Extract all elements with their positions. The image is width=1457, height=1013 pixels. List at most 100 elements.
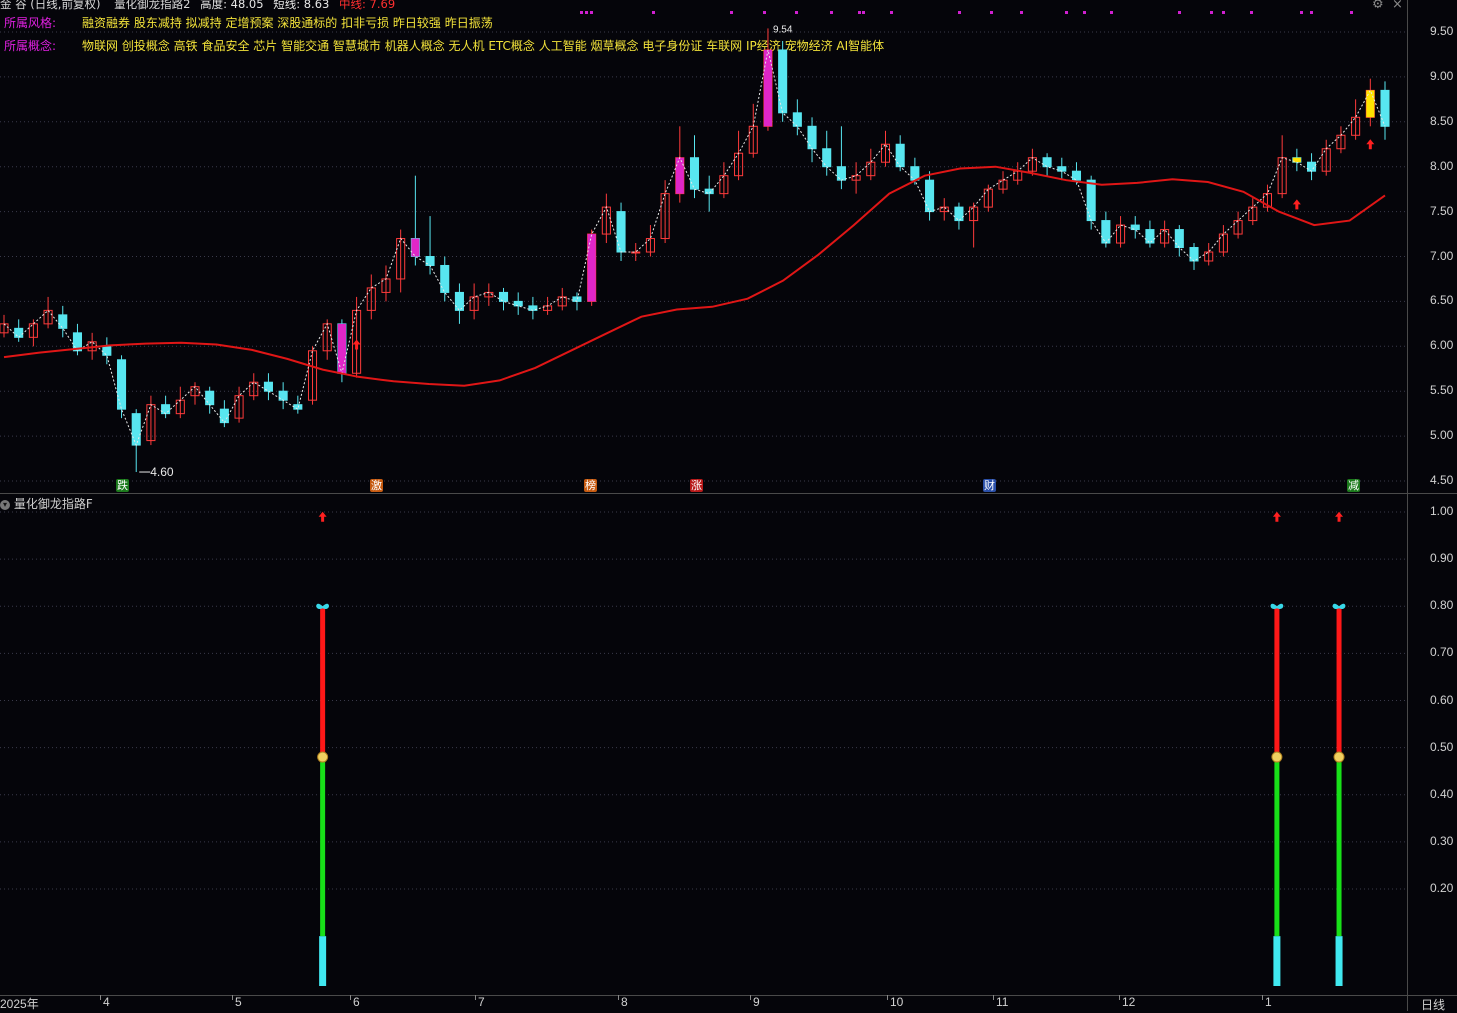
candle[interactable] <box>925 171 935 221</box>
signal-bar <box>320 757 326 937</box>
signal-bar <box>1335 936 1343 986</box>
candle[interactable] <box>0 314 9 338</box>
candle[interactable] <box>1204 243 1214 266</box>
date-label: 2025年 <box>0 997 39 1011</box>
signal-dot <box>1350 11 1353 14</box>
candle[interactable] <box>102 337 112 365</box>
candle[interactable] <box>601 193 611 244</box>
candle[interactable] <box>954 202 964 230</box>
candle[interactable] <box>440 256 450 302</box>
candle[interactable] <box>1351 99 1361 140</box>
signal-bar <box>1336 757 1342 937</box>
indicator-chart[interactable] <box>0 494 1407 994</box>
candle[interactable] <box>249 373 259 401</box>
candle[interactable] <box>734 130 744 181</box>
candle[interactable] <box>792 99 802 136</box>
signal-bar <box>1336 606 1342 758</box>
candle[interactable] <box>704 175 714 212</box>
high-marker: 9.54 <box>773 24 793 35</box>
candle[interactable] <box>366 274 376 320</box>
candle[interactable] <box>689 135 700 199</box>
candle[interactable] <box>1380 81 1390 140</box>
candle[interactable] <box>719 162 729 199</box>
price-tick: 8.50 <box>1430 113 1454 128</box>
date-label: 5 <box>235 995 242 1009</box>
event-marker[interactable]: 涨 <box>690 479 703 492</box>
candle[interactable] <box>1145 220 1155 248</box>
candle[interactable] <box>352 296 362 378</box>
candle[interactable] <box>322 319 332 360</box>
candle[interactable] <box>1336 126 1346 154</box>
candle[interactable] <box>939 198 949 221</box>
candle[interactable] <box>1027 148 1037 176</box>
candle[interactable] <box>1116 216 1126 248</box>
candle[interactable] <box>778 40 788 122</box>
candle[interactable] <box>1233 211 1243 239</box>
candle[interactable] <box>1160 220 1170 248</box>
price-chart[interactable]: 4.60 9.54 <box>0 0 1407 493</box>
candle[interactable] <box>1130 216 1140 239</box>
candle[interactable] <box>454 283 464 324</box>
highlight-candle[interactable] <box>587 234 596 302</box>
candle[interactable] <box>660 180 670 244</box>
signal-dot <box>795 11 798 14</box>
candle[interactable] <box>131 409 141 473</box>
signal-dot <box>1310 11 1313 14</box>
candle[interactable] <box>234 386 244 423</box>
candle[interactable] <box>14 319 24 342</box>
date-axis <box>0 995 1407 1011</box>
indicator-tick: 0.90 <box>1430 551 1454 566</box>
candle[interactable] <box>278 382 288 410</box>
event-marker[interactable]: 减 <box>1347 479 1360 492</box>
event-marker[interactable]: 跌 <box>116 479 129 492</box>
candle[interactable] <box>513 292 523 315</box>
candle[interactable] <box>307 346 318 405</box>
candle[interactable] <box>557 287 567 311</box>
period-label[interactable]: 日线 <box>1407 995 1457 1012</box>
candle[interactable] <box>146 395 156 446</box>
candle[interactable] <box>1321 139 1331 176</box>
highlight-candle[interactable] <box>1366 90 1375 118</box>
candle[interactable] <box>1307 153 1317 181</box>
money-bag-icon <box>317 751 329 763</box>
event-marker[interactable]: 榜 <box>584 479 597 492</box>
candle[interactable] <box>822 130 832 176</box>
date-tick <box>1262 995 1263 1000</box>
candle[interactable] <box>219 400 229 428</box>
candle[interactable] <box>748 103 758 158</box>
date-tick <box>475 995 476 1000</box>
candle[interactable] <box>807 117 817 163</box>
candle[interactable] <box>190 382 200 405</box>
candle[interactable] <box>1174 225 1184 257</box>
candle[interactable] <box>1218 225 1228 257</box>
highlight-candle[interactable] <box>411 238 420 257</box>
signal-dot <box>830 11 833 14</box>
candle[interactable] <box>116 355 127 419</box>
date-tick <box>750 995 751 1000</box>
candle[interactable] <box>1101 211 1111 248</box>
signal-dot <box>1020 11 1023 14</box>
candle[interactable] <box>880 130 891 167</box>
signal-dot <box>1083 11 1086 14</box>
candle[interactable] <box>1189 243 1199 270</box>
candle[interactable] <box>498 287 509 311</box>
candle[interactable] <box>528 296 538 320</box>
candle[interactable] <box>175 386 185 419</box>
signal-dot <box>1110 11 1113 14</box>
candle[interactable] <box>205 386 215 414</box>
candle[interactable] <box>1057 157 1067 181</box>
candle[interactable] <box>161 395 171 419</box>
arrow-up-icon <box>1272 511 1281 522</box>
candle[interactable] <box>969 202 979 248</box>
event-marker[interactable]: 财 <box>983 479 996 492</box>
candle[interactable] <box>263 373 273 401</box>
highlight-candle[interactable] <box>675 157 684 194</box>
candle[interactable] <box>983 184 993 212</box>
candle[interactable] <box>851 162 861 194</box>
highlight-candle[interactable] <box>337 323 346 374</box>
event-marker[interactable]: 激 <box>370 479 383 492</box>
signal-dot <box>730 11 733 14</box>
candle[interactable] <box>1042 153 1052 176</box>
candle[interactable] <box>1248 198 1258 226</box>
candle[interactable] <box>866 148 876 181</box>
